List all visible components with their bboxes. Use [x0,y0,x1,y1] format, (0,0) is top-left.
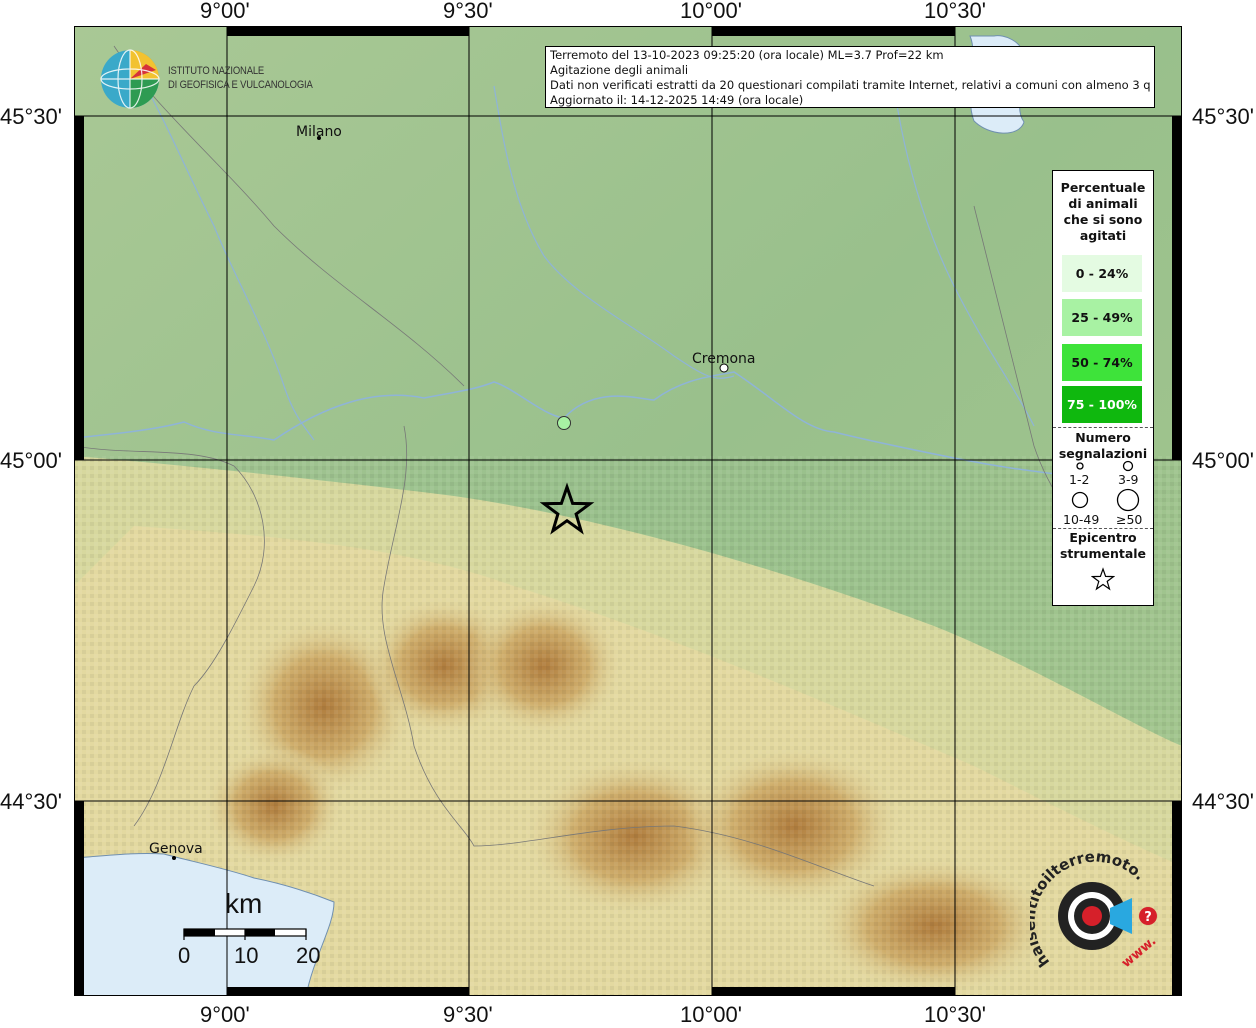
haisentito-badge[interactable]: ? haisentitoilterremoto.it www. [1030,852,1160,982]
scale-tick-20: 20 [296,943,321,968]
legend-title-1: Percentuale [1060,180,1146,195]
legend-class-75-100: 75 - 100% [1062,386,1142,423]
count-label-10-49: 10-49 [1063,512,1100,527]
legend-class-50-74: 50 - 74% [1062,344,1142,381]
map [74,26,1182,996]
observation-point[interactable] [557,416,571,430]
legend-class-25-49: 25 - 49% [1062,299,1142,336]
lon-bottom-2: 9°30' [443,1002,493,1027]
lon-top-4: 10°30' [924,0,986,23]
ingv-logo-text: ISTITUTO NAZIONALE DI GEOFISICA E VULCAN… [168,64,313,92]
lat-right-1: 45°30' [1192,104,1254,129]
update-time: Aggiornato il: 14-12-2025 14:49 (ora loc… [550,93,804,107]
legend-star-icon [1091,567,1115,591]
count-label-1-2: 1-2 [1069,472,1090,487]
city-label-milano: Milano [296,124,342,140]
city-label-cremona: Cremona [692,351,756,367]
legend-class-0-24: 0 - 24% [1062,255,1142,292]
event-info-box: Terremoto del 13-10-2023 09:25:20 (ora l… [545,46,1155,108]
event-title: Terremoto del 13-10-2023 09:25:20 (ora l… [550,48,944,62]
count-label-50-plus: ≥50 [1116,512,1143,527]
count-label-3-9: 3-9 [1118,472,1139,487]
logo-line-1: ISTITUTO NAZIONALE [168,65,265,77]
city-label-genova: Genova [149,841,203,857]
scale-tick-10: 10 [234,943,259,968]
lon-bottom-3: 10°00' [680,1002,742,1027]
map-subject: Agitazione degli animali [550,63,689,77]
lon-bottom-4: 10°30' [924,1002,986,1027]
lat-right-2: 45°00' [1192,448,1254,473]
data-note: Dati non verificati estratti da 20 quest… [550,78,1150,92]
lon-top-2: 9°30' [443,0,493,23]
scale-tick-0: 0 [178,943,191,968]
lon-top-1: 9°00' [200,0,250,23]
lon-bottom-1: 9°00' [200,1002,250,1027]
logo-line-2: DI GEOFISICA E VULCANOLOGIA [168,79,313,91]
legend-title-3: che si sono [1063,212,1143,227]
legend-title-4: agitati [1079,228,1127,243]
lat-left-2: 45°00' [0,448,62,473]
lat-left-1: 45°30' [0,104,62,129]
scale-unit: km [225,888,263,919]
epicenter-title-1: Epicentro [1069,530,1137,545]
badge-www: www. [1119,934,1159,971]
count-title-1: Numero [1075,430,1131,445]
lon-top-3: 10°00' [680,0,742,23]
epicenter-title-2: strumentale [1059,546,1147,561]
lat-left-3: 44°30' [0,789,62,814]
legend: Percentuale di animali che si sono agita… [1052,170,1154,606]
lat-right-3: 44°30' [1192,789,1254,814]
badge-question-mark: ? [1144,910,1152,925]
scale-bar [183,928,307,940]
legend-separator-2 [1053,528,1153,529]
legend-separator-1 [1053,427,1153,428]
legend-title-2: di animali [1068,196,1138,211]
